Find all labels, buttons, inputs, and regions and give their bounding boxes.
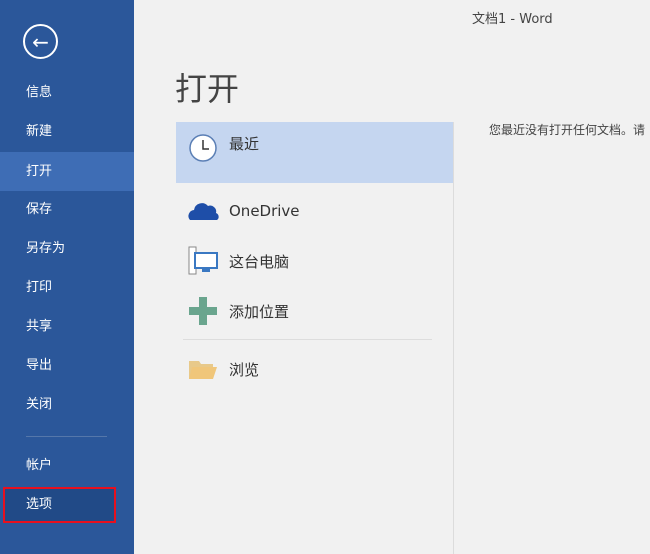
window-title: 文档1 - Word (472, 12, 553, 27)
location-label: 最近 (229, 135, 260, 153)
sidebar-item-open[interactable]: 打开 (0, 152, 134, 191)
sidebar-item-info[interactable]: 信息 (0, 73, 134, 112)
sidebar-item-account[interactable]: 帐户 (0, 446, 134, 485)
computer-icon (176, 246, 229, 276)
sidebar-item-save-as[interactable]: 另存为 (0, 229, 134, 268)
location-label: 浏览 (229, 360, 260, 379)
empty-recent-message: 您最近没有打开任何文档。请 (489, 123, 646, 137)
location-recent[interactable]: 最近 (176, 122, 453, 183)
page-title: 打开 (175, 70, 240, 108)
back-button[interactable]: ← (23, 24, 58, 59)
location-label: 这台电脑 (229, 252, 290, 271)
sidebar-item-print[interactable]: 打印 (0, 268, 134, 307)
sidebar-item-new[interactable]: 新建 (0, 112, 134, 151)
location-separator (183, 339, 432, 340)
clock-icon (176, 133, 229, 163)
location-label: OneDrive (229, 202, 300, 220)
arrow-left-icon: ← (32, 29, 49, 54)
sidebar-divider (26, 436, 107, 437)
location-label: 添加位置 (229, 302, 290, 321)
sidebar-item-close[interactable]: 关闭 (0, 385, 134, 424)
folder-icon (176, 357, 229, 381)
plus-icon (176, 297, 229, 325)
sidebar-item-save[interactable]: 保存 (0, 190, 134, 229)
location-add-place[interactable]: 添加位置 (176, 286, 453, 336)
backstage-sidebar: ← 信息 新建 打开 保存 另存为 打印 共享 导出 关闭 帐户 选项 (0, 0, 134, 554)
location-browse[interactable]: 浏览 (176, 344, 453, 394)
sidebar-item-share[interactable]: 共享 (0, 307, 134, 346)
sidebar-item-options[interactable]: 选项 (0, 485, 134, 524)
location-this-pc[interactable]: 这台电脑 (176, 236, 453, 286)
cloud-icon (176, 200, 229, 222)
sidebar-item-export[interactable]: 导出 (0, 346, 134, 385)
panel-divider (453, 122, 454, 554)
location-onedrive[interactable]: OneDrive (176, 186, 453, 236)
